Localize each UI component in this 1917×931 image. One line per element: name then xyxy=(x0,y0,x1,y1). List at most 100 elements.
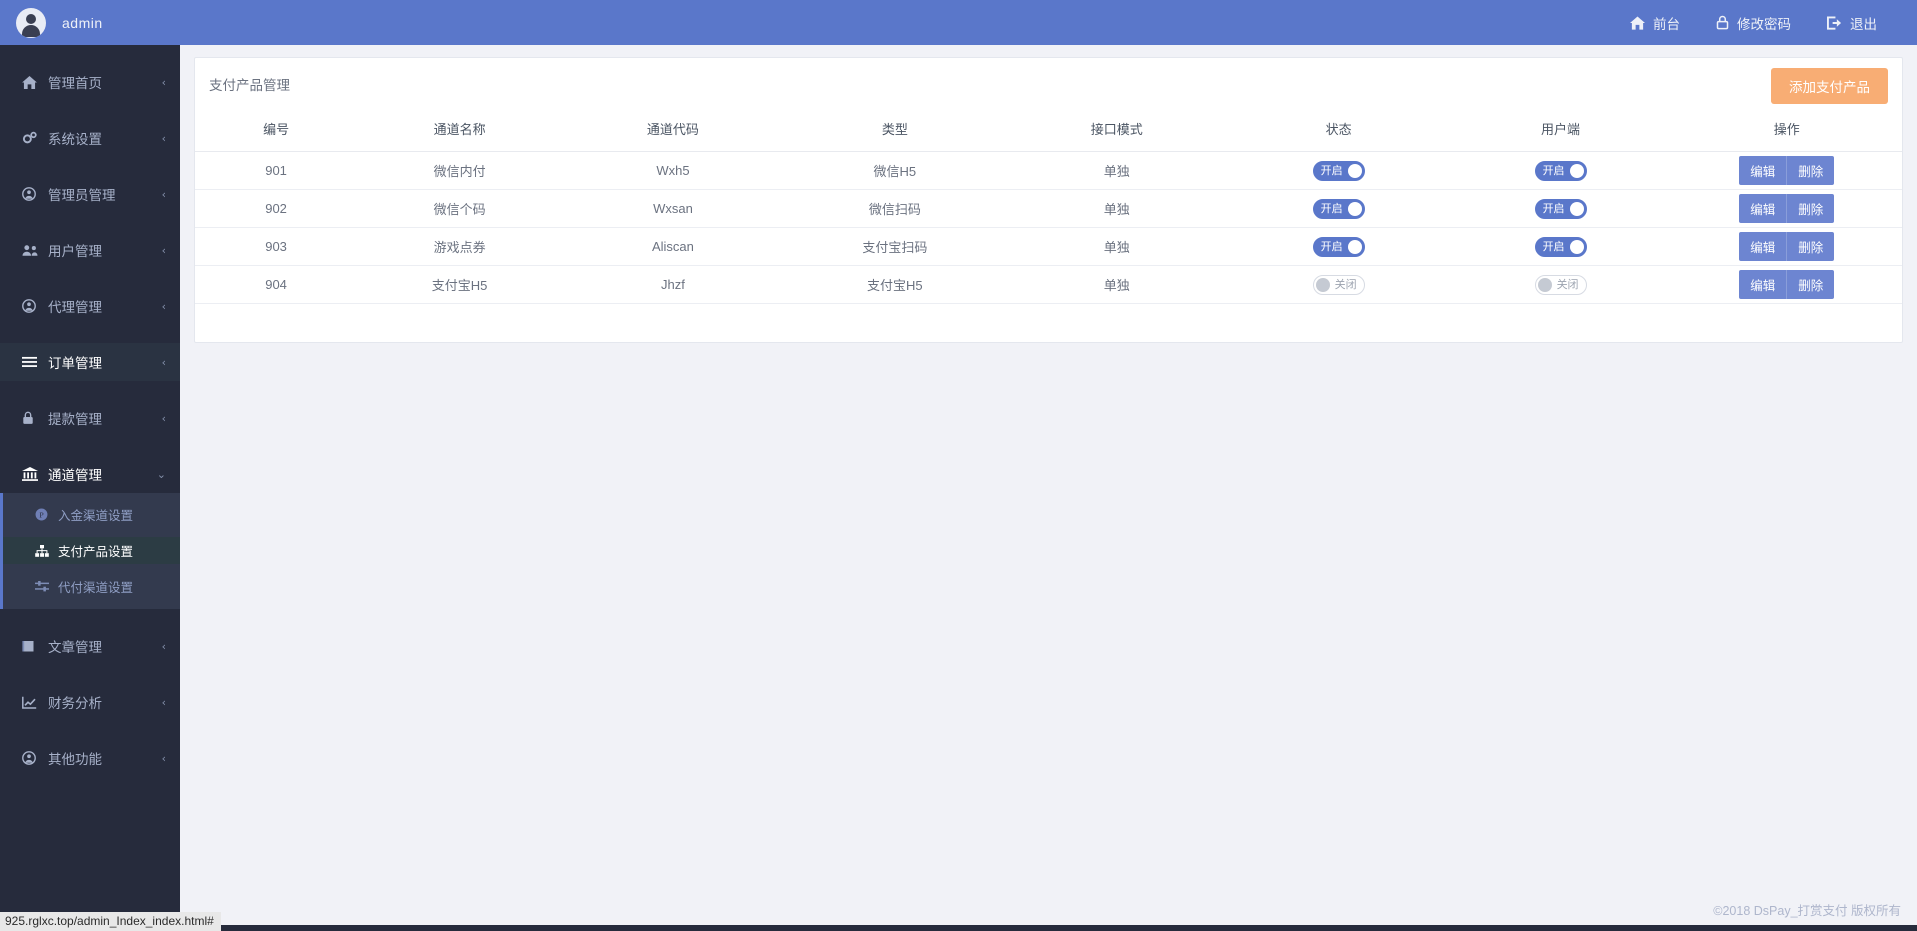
sidebar-item-article-management[interactable]: 文章管理 ‹ xyxy=(0,627,180,665)
book-icon xyxy=(22,640,40,653)
sidebar-item-user-management[interactable]: 用户管理 ‹ xyxy=(0,231,180,269)
chevron-left-icon: ‹ xyxy=(162,752,166,765)
top-header: admin 前台 修改密码 退出 xyxy=(0,0,1917,45)
top-link-logout[interactable]: 退出 xyxy=(1809,13,1895,33)
sidebar-item-channel-management[interactable]: 通道管理 ⌄ xyxy=(0,455,180,493)
payment-product-panel: 支付产品管理 添加支付产品 编号 通道名称 通道代码 类型 接口模式 状态 用户… xyxy=(194,57,1903,343)
chevron-left-icon: ‹ xyxy=(162,356,166,369)
sidebar-item-financial-analysis[interactable]: 财务分析 ‹ xyxy=(0,683,180,721)
status-toggle[interactable]: 开启 xyxy=(1313,199,1365,219)
table-body: 901 微信内付 Wxh5 微信H5 单独 开启 开启 xyxy=(195,152,1902,304)
sidebar-item-dashboard-label: 管理首页 xyxy=(48,72,162,92)
sidebar-item-financial-analysis-label: 财务分析 xyxy=(48,692,162,712)
chart-line-icon xyxy=(22,696,40,709)
panel-header: 支付产品管理 添加支付产品 xyxy=(195,58,1902,109)
sidebar-item-other-functions-label: 其他功能 xyxy=(48,748,162,768)
row-actions: 编辑 删除 xyxy=(1739,232,1834,261)
cell-mode: 单独 xyxy=(1006,190,1228,228)
browser-status-bar: 925.rglxc.top/admin_Index_index.html# xyxy=(0,912,221,931)
sidebar-subitem-deposit-channel[interactable]: P 入金渠道设置 xyxy=(3,501,180,528)
sidebar-item-system-settings[interactable]: 系统设置 ‹ xyxy=(0,119,180,157)
client-toggle-label: 开启 xyxy=(1543,161,1565,181)
avatar-body xyxy=(22,25,40,37)
top-link-change-password[interactable]: 修改密码 xyxy=(1698,13,1809,33)
client-toggle[interactable]: 开启 xyxy=(1535,161,1587,181)
cell-id: 903 xyxy=(195,228,357,266)
toggle-knob xyxy=(1570,202,1584,216)
sidebar-item-dashboard[interactable]: 管理首页 ‹ xyxy=(0,63,180,101)
table-bottom-padding xyxy=(195,304,1902,342)
cell-status: 开启 xyxy=(1228,152,1450,190)
sidebar-item-agent-management[interactable]: 代理管理 ‹ xyxy=(0,287,180,325)
edit-button[interactable]: 编辑 xyxy=(1739,156,1787,185)
sidebar-subitem-payment-product[interactable]: 支付产品设置 xyxy=(3,537,180,564)
sidebar-subitem-payout-channel-label: 代付渠道设置 xyxy=(58,577,133,596)
toggle-knob xyxy=(1538,278,1552,292)
sidebar-top-spacer xyxy=(0,45,180,63)
spacer xyxy=(0,609,180,627)
table-head: 编号 通道名称 通道代码 类型 接口模式 状态 用户端 操作 xyxy=(195,109,1902,152)
edit-button[interactable]: 编辑 xyxy=(1739,232,1787,261)
table-row: 904 支付宝H5 Jhzf 支付宝H5 单独 关闭 关闭 xyxy=(195,266,1902,304)
cell-mode: 单独 xyxy=(1006,266,1228,304)
edit-button[interactable]: 编辑 xyxy=(1739,270,1787,299)
spacer xyxy=(0,157,180,175)
sidebar-item-order-management[interactable]: 订单管理 ‹ xyxy=(0,343,180,381)
sidebar-item-user-management-label: 用户管理 xyxy=(48,240,162,260)
status-toggle-label: 开启 xyxy=(1321,237,1343,257)
list-icon xyxy=(22,356,40,368)
cell-type: 微信H5 xyxy=(784,152,1006,190)
delete-button[interactable]: 删除 xyxy=(1787,156,1834,185)
chevron-left-icon: ‹ xyxy=(162,132,166,145)
bank-icon xyxy=(22,467,40,481)
sidebar-item-other-functions[interactable]: 其他功能 ‹ xyxy=(0,739,180,777)
spacer xyxy=(0,101,180,119)
cell-client: 开启 xyxy=(1450,228,1672,266)
user-circle-icon xyxy=(22,299,40,313)
sidebar-subitem-deposit-channel-label: 入金渠道设置 xyxy=(58,505,133,524)
toggle-knob xyxy=(1570,164,1584,178)
client-toggle[interactable]: 关闭 xyxy=(1535,275,1587,295)
chevron-left-icon: ‹ xyxy=(162,300,166,313)
sidebar-item-withdraw-management[interactable]: 提款管理 ‹ xyxy=(0,399,180,437)
status-toggle[interactable]: 开启 xyxy=(1313,161,1365,181)
toggle-knob xyxy=(1316,278,1330,292)
spacer xyxy=(0,437,180,455)
status-toggle[interactable]: 开启 xyxy=(1313,237,1365,257)
client-toggle-label: 开启 xyxy=(1543,237,1565,257)
cell-status: 关闭 xyxy=(1228,266,1450,304)
sliders-icon xyxy=(35,581,51,592)
chevron-left-icon: ‹ xyxy=(162,640,166,653)
top-right-links: 前台 修改密码 退出 xyxy=(1612,13,1917,33)
top-link-change-password-label: 修改密码 xyxy=(1737,13,1791,33)
table-header-row: 编号 通道名称 通道代码 类型 接口模式 状态 用户端 操作 xyxy=(195,109,1902,152)
edit-button[interactable]: 编辑 xyxy=(1739,194,1787,223)
row-actions: 编辑 删除 xyxy=(1739,270,1834,299)
sidebar-item-admin-management[interactable]: 管理员管理 ‹ xyxy=(0,175,180,213)
spacer xyxy=(0,721,180,739)
client-toggle[interactable]: 开启 xyxy=(1535,237,1587,257)
column-header-code: 通道代码 xyxy=(562,109,784,152)
table-row: 903 游戏点券 Aliscan 支付宝扫码 单独 开启 开启 xyxy=(195,228,1902,266)
sidebar-item-admin-management-label: 管理员管理 xyxy=(48,184,162,204)
cell-id: 902 xyxy=(195,190,357,228)
delete-button[interactable]: 删除 xyxy=(1787,270,1834,299)
top-link-frontend[interactable]: 前台 xyxy=(1612,13,1698,33)
top-link-logout-label: 退出 xyxy=(1850,13,1877,33)
top-link-frontend-label: 前台 xyxy=(1653,13,1680,33)
status-toggle[interactable]: 关闭 xyxy=(1313,275,1365,295)
sidebar-subitem-payout-channel[interactable]: 代付渠道设置 xyxy=(3,573,180,600)
delete-button[interactable]: 删除 xyxy=(1787,232,1834,261)
toggle-knob xyxy=(1348,164,1362,178)
chevron-left-icon: ‹ xyxy=(162,412,166,425)
svg-text:P: P xyxy=(39,511,44,520)
add-payment-product-button[interactable]: 添加支付产品 xyxy=(1771,68,1888,104)
delete-button[interactable]: 删除 xyxy=(1787,194,1834,223)
cell-code: Aliscan xyxy=(562,228,784,266)
sidebar: 管理首页 ‹ 系统设置 ‹ 管理员管理 ‹ 用户管理 ‹ 代理管理 ‹ xyxy=(0,45,180,931)
cell-id: 904 xyxy=(195,266,357,304)
avatar-head xyxy=(26,14,36,24)
sidebar-subitem-payment-product-label: 支付产品设置 xyxy=(58,541,133,560)
client-toggle[interactable]: 开启 xyxy=(1535,199,1587,219)
row-actions: 编辑 删除 xyxy=(1739,156,1834,185)
